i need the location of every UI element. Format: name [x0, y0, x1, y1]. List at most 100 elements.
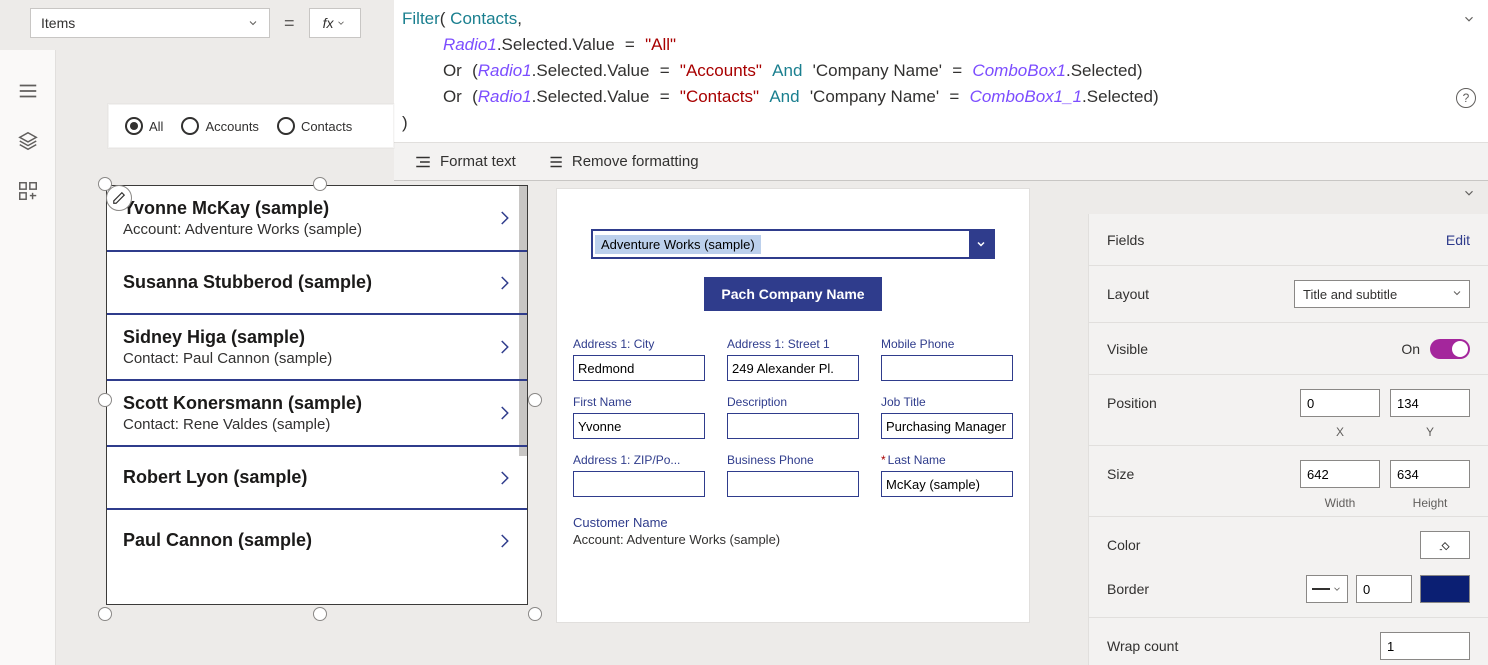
- business-phone-input[interactable]: [727, 471, 859, 497]
- properties-pane: Fields Edit Layout Title and subtitle Vi…: [1088, 214, 1488, 665]
- property-selector-row: Items = fx: [30, 4, 361, 42]
- field-bphone: Business Phone: [727, 453, 859, 497]
- property-selector[interactable]: Items: [30, 8, 270, 38]
- chevron-down-icon[interactable]: [1462, 12, 1476, 26]
- prop-visible-label: Visible: [1107, 341, 1148, 357]
- prop-visible: Visible On: [1089, 323, 1488, 375]
- chevron-right-icon: [495, 399, 513, 427]
- position-x-input[interactable]: [1300, 389, 1380, 417]
- resize-handle[interactable]: [313, 177, 327, 191]
- customer-name-label: Customer Name: [573, 515, 1013, 530]
- size-width-input[interactable]: [1300, 460, 1380, 488]
- customer-name-value: Account: Adventure Works (sample): [573, 532, 1013, 547]
- chevron-down-icon: [1451, 287, 1463, 299]
- list-item-title: Susanna Stubberod (sample): [123, 272, 372, 293]
- layers-icon[interactable]: [17, 130, 39, 152]
- wrap-count-input[interactable]: [1380, 632, 1470, 660]
- list-item[interactable]: Scott Konersmann (sample) Contact: Rene V…: [107, 381, 527, 447]
- field-city: Address 1: City: [573, 337, 705, 381]
- prop-position-label: Position: [1107, 395, 1157, 411]
- x-axis-label: X: [1300, 425, 1380, 439]
- format-text-button[interactable]: Format text: [414, 153, 516, 171]
- hamburger-icon[interactable]: [17, 80, 39, 102]
- street-input[interactable]: [727, 355, 859, 381]
- prop-wrap-label: Wrap count: [1107, 638, 1178, 654]
- list-item[interactable]: Yvonne McKay (sample)Account: Adventure …: [107, 186, 527, 252]
- chevron-down-icon: [1332, 584, 1342, 594]
- prop-border-label: Border: [1107, 581, 1149, 597]
- resize-handle[interactable]: [528, 393, 542, 407]
- job-title-input[interactable]: [881, 413, 1013, 439]
- combobox-toggle-icon[interactable]: [969, 231, 993, 257]
- prop-size-label: Size: [1107, 466, 1134, 482]
- field-label: Description: [727, 395, 859, 409]
- list-item-title: Sidney Higa (sample): [123, 327, 332, 348]
- prop-wrap: Wrap count: [1089, 618, 1488, 665]
- resize-handle[interactable]: [528, 607, 542, 621]
- first-name-input[interactable]: [573, 413, 705, 439]
- description-input[interactable]: [727, 413, 859, 439]
- company-combobox-value: Adventure Works (sample): [595, 235, 761, 254]
- radio-all[interactable]: All: [125, 117, 163, 135]
- patch-company-button[interactable]: Pach Company Name: [704, 277, 882, 311]
- radio-contacts[interactable]: Contacts: [277, 117, 352, 135]
- last-name-input[interactable]: [881, 471, 1013, 497]
- list-item-subtitle: Contact: Paul Cannon (sample): [123, 350, 332, 367]
- position-y-input[interactable]: [1390, 389, 1470, 417]
- field-desc: Description: [727, 395, 859, 439]
- list-icon: [546, 153, 564, 171]
- list-item[interactable]: Paul Cannon (sample): [107, 510, 527, 571]
- zip-input[interactable]: [573, 471, 705, 497]
- field-label: Mobile Phone: [881, 337, 1013, 351]
- list-item[interactable]: Susanna Stubberod (sample): [107, 252, 527, 315]
- resize-handle[interactable]: [98, 393, 112, 407]
- layout-select[interactable]: Title and subtitle: [1294, 280, 1470, 308]
- size-height-input[interactable]: [1390, 460, 1470, 488]
- formula-text[interactable]: Filter( Contacts, Radio1.Selected.Value …: [394, 0, 1488, 142]
- help-icon[interactable]: ?: [1456, 88, 1476, 108]
- prop-size: Size WidthHeight: [1089, 446, 1488, 517]
- color-picker[interactable]: [1420, 531, 1470, 559]
- chevron-right-icon: [495, 269, 513, 297]
- visible-state: On: [1401, 341, 1420, 357]
- edit-fields-link[interactable]: Edit: [1446, 232, 1470, 248]
- property-selector-value: Items: [41, 15, 75, 31]
- field-zip: Address 1: ZIP/Po...: [573, 453, 705, 497]
- chevron-right-icon: [495, 333, 513, 361]
- resize-handle[interactable]: [313, 607, 327, 621]
- field-job: Job Title: [881, 395, 1013, 439]
- gallery[interactable]: Yvonne McKay (sample)Account: Adventure …: [106, 185, 528, 605]
- radio-contacts-label: Contacts: [301, 119, 352, 134]
- formula-bar: Filter( Contacts, Radio1.Selected.Value …: [394, 0, 1488, 181]
- chevron-right-icon: [495, 464, 513, 492]
- prop-color-label: Color: [1107, 537, 1140, 553]
- apps-icon[interactable]: [17, 180, 39, 202]
- mobile-input[interactable]: [881, 355, 1013, 381]
- list-item-title: Scott Konersmann (sample): [123, 393, 362, 414]
- field-last: *Last Name: [881, 453, 1013, 497]
- prop-layout-label: Layout: [1107, 286, 1149, 302]
- format-text-label: Format text: [440, 153, 516, 170]
- field-label: Business Phone: [727, 453, 859, 467]
- chevron-down-icon[interactable]: [1462, 186, 1476, 200]
- list-item-subtitle: Contact: Rene Valdes (sample): [123, 416, 362, 433]
- fx-button[interactable]: fx: [309, 8, 361, 38]
- resize-handle[interactable]: [98, 607, 112, 621]
- visible-toggle[interactable]: [1430, 339, 1470, 359]
- field-label: Address 1: City: [573, 337, 705, 351]
- layout-select-value: Title and subtitle: [1303, 287, 1397, 302]
- border-color-picker[interactable]: [1420, 575, 1470, 603]
- list-item[interactable]: Sidney Higa (sample) Contact: Paul Cannon…: [107, 315, 527, 381]
- paint-bucket-icon: [1438, 538, 1452, 552]
- city-input[interactable]: [573, 355, 705, 381]
- remove-formatting-button[interactable]: Remove formatting: [546, 153, 699, 171]
- border-width-input[interactable]: [1356, 575, 1412, 603]
- border-style-select[interactable]: [1306, 575, 1348, 603]
- form-panel: Adventure Works (sample) Pach Company Na…: [556, 188, 1030, 623]
- company-combobox[interactable]: Adventure Works (sample): [591, 229, 995, 259]
- width-label: Width: [1300, 496, 1380, 510]
- radio-accounts[interactable]: Accounts: [181, 117, 258, 135]
- list-item[interactable]: Robert Lyon (sample): [107, 447, 527, 510]
- edit-gallery-icon[interactable]: [106, 185, 132, 211]
- indent-icon: [414, 153, 432, 171]
